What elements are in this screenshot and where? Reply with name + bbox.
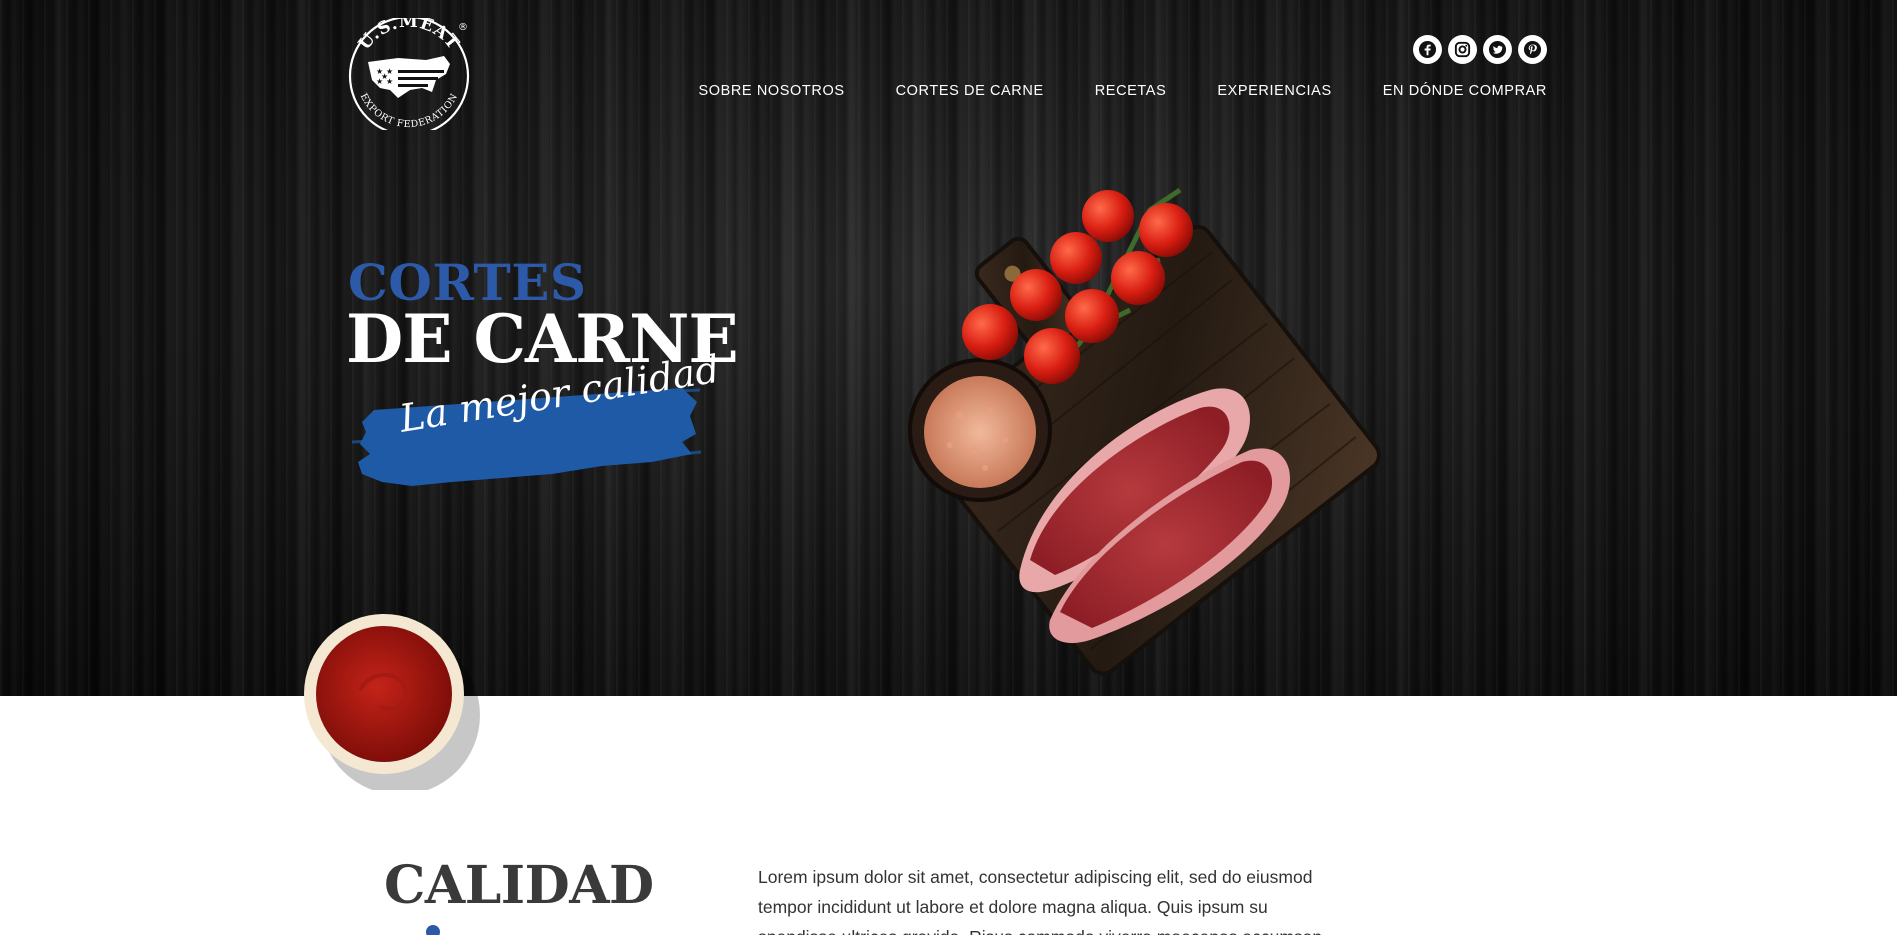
- pinterest-icon[interactable]: [1518, 35, 1547, 64]
- instagram-icon[interactable]: [1448, 35, 1477, 64]
- svg-text:★: ★: [381, 72, 388, 81]
- heading-accent-mark: [426, 925, 440, 935]
- logo-registered: ®: [458, 22, 468, 33]
- facebook-icon[interactable]: [1413, 35, 1442, 64]
- nav-donde-comprar[interactable]: EN DÓNDE COMPRAR: [1383, 83, 1547, 99]
- section-body-text: Lorem ipsum dolor sit amet, consectetur …: [758, 867, 1322, 935]
- steak-board-image: [908, 187, 1381, 676]
- usmef-logo[interactable]: U.S.MEAT EXPORT FEDERATION ® ★ ★ ★ ★ ★: [346, 18, 472, 130]
- logo-text-top: U.S.MEAT: [355, 18, 463, 54]
- section-heading: CALIDAD: [384, 855, 654, 916]
- svg-text:U.S.MEAT: U.S.MEAT: [355, 18, 464, 54]
- nav-recetas[interactable]: RECETAS: [1095, 83, 1167, 99]
- svg-text:EXPORT FEDERATION: EXPORT FEDERATION: [358, 92, 461, 130]
- ketchup-bowl-image: [304, 614, 480, 790]
- nav-sobre-nosotros[interactable]: SOBRE NOSOTROS: [698, 83, 844, 99]
- main-nav: SOBRE NOSOTROS CORTES DE CARNE RECETAS E…: [647, 83, 1547, 99]
- hero-banner: U.S.MEAT EXPORT FEDERATION ® ★ ★ ★ ★ ★ S…: [0, 0, 1897, 696]
- nav-cortes-de-carne[interactable]: CORTES DE CARNE: [896, 83, 1044, 99]
- twitter-icon[interactable]: [1483, 35, 1512, 64]
- logo-text-bottom: EXPORT FEDERATION: [358, 92, 460, 130]
- nav-experiencias[interactable]: EXPERIENCIAS: [1217, 83, 1331, 99]
- social-links: [1413, 35, 1547, 64]
